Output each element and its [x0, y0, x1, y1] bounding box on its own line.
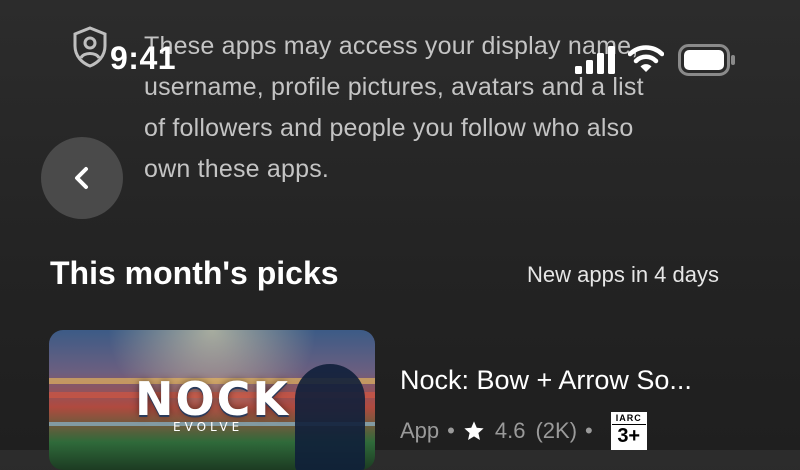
shield-user-icon — [73, 26, 107, 68]
age-rating-org: IARC — [611, 413, 646, 425]
age-rating-value: 3+ — [617, 425, 641, 447]
battery-icon — [678, 44, 735, 76]
separator-dot: • — [585, 418, 593, 443]
app-rating-count: (2K) — [535, 418, 578, 443]
age-rating-badge: IARC 3+ — [610, 412, 647, 450]
cellular-signal-icon — [575, 46, 615, 74]
chevron-left-icon — [75, 167, 88, 189]
app-name[interactable]: Nock: Bow + Arrow So... — [400, 365, 692, 396]
description-line: own these apps. — [144, 155, 330, 183]
section-note: New apps in 4 days — [527, 262, 719, 287]
status-bar: 9:41 — [0, 0, 800, 90]
star-icon — [464, 421, 484, 440]
app-thumbnail[interactable]: NOCK EVOLVE — [49, 330, 375, 470]
app-logo-text: NOCK — [135, 372, 291, 426]
app-type: App — [400, 418, 440, 443]
app-rating: 4.6 — [494, 418, 526, 443]
description-line: of followers and people you follow who a… — [144, 114, 634, 142]
back-button[interactable] — [41, 137, 123, 219]
separator-dot: • — [447, 418, 455, 443]
app-list-item[interactable]: NOCK EVOLVE Nock: Bow + Arrow So... App … — [49, 330, 769, 470]
section-title: This month's picks — [50, 255, 339, 291]
app-logo-subtitle: EVOLVE — [173, 420, 244, 434]
status-time: 9:41 — [110, 40, 177, 76]
app-meta: App • 4.6 (2K) • IARC 3+ — [400, 412, 647, 450]
wifi-icon — [628, 45, 664, 72]
thumbnail-figure — [295, 364, 365, 470]
